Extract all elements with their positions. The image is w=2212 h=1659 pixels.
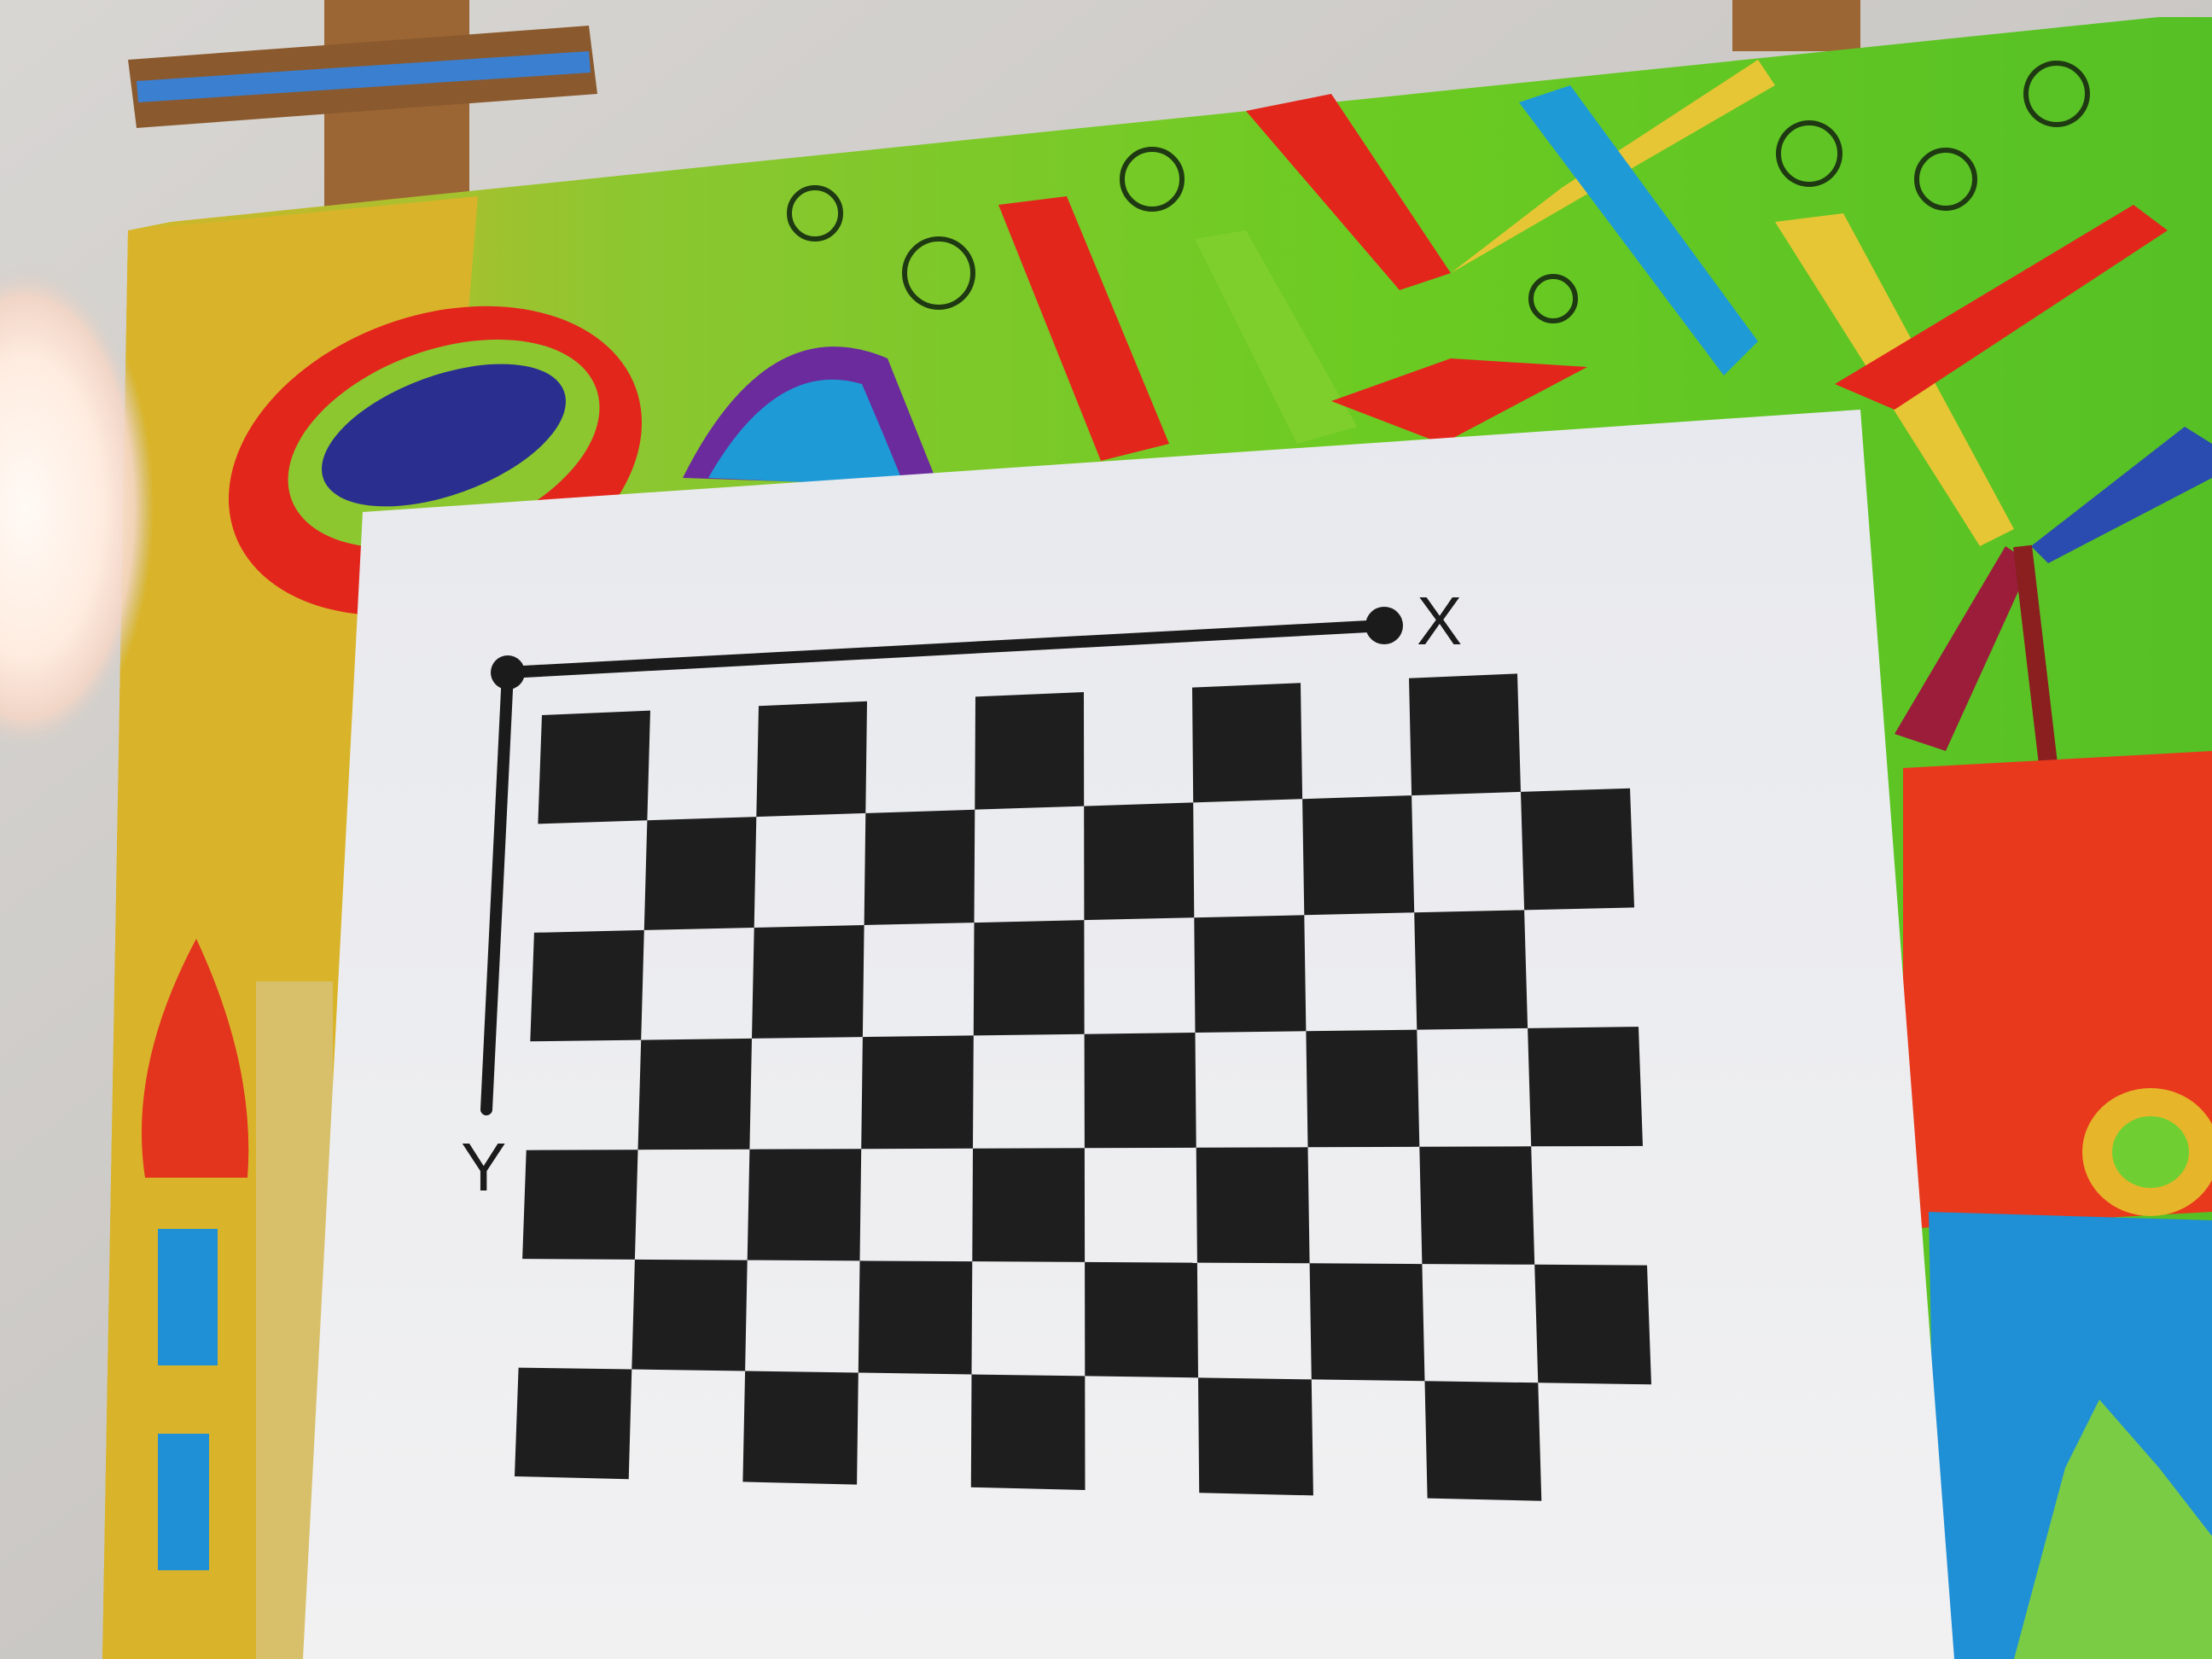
- checker-square: [975, 692, 1085, 810]
- checker-square: [1419, 1146, 1535, 1265]
- checker-square: [1306, 1029, 1420, 1148]
- calibration-board: X Y: [303, 410, 1954, 1659]
- checker-square: [1309, 1263, 1425, 1382]
- checker-square: [538, 710, 650, 824]
- checker-square: [742, 1371, 859, 1485]
- checker-square: [1534, 1264, 1651, 1385]
- checker-square: [756, 701, 867, 818]
- checker-square: [1409, 673, 1521, 796]
- checker-square: [1084, 802, 1195, 921]
- checker-square: [1192, 683, 1303, 803]
- checker-square: [752, 925, 864, 1039]
- checker-square: [1302, 795, 1415, 916]
- axis-x-end-dot: [1365, 607, 1403, 644]
- checker-square: [643, 817, 757, 930]
- checker-square: [637, 1038, 752, 1150]
- checker-square: [973, 920, 1085, 1036]
- checker-square: [522, 1150, 638, 1260]
- axis-y-label: Y: [461, 1129, 506, 1205]
- checker-square: [1528, 1027, 1643, 1147]
- checker-square: [1424, 1381, 1542, 1501]
- checker-square: [747, 1149, 862, 1261]
- checker-square: [515, 1367, 632, 1480]
- checker-square: [632, 1259, 748, 1371]
- checker-square: [861, 1035, 974, 1150]
- checker-square: [864, 809, 975, 925]
- axis-x-label: X: [1417, 583, 1462, 659]
- axis-origin-dot: [491, 655, 525, 690]
- checker-square: [1196, 1147, 1310, 1264]
- checker-square: [970, 1374, 1086, 1490]
- checker-square: [972, 1148, 1086, 1262]
- checker-square: [1521, 788, 1634, 911]
- checker-square: [1198, 1377, 1313, 1496]
- checker-square: [1414, 910, 1528, 1030]
- checker-square: [1194, 915, 1307, 1033]
- checker-square: [1085, 1261, 1198, 1378]
- checker-square: [858, 1260, 973, 1375]
- photo-scene: X Y: [0, 0, 2212, 1659]
- checker-square: [1084, 1033, 1196, 1149]
- checker-square: [530, 929, 644, 1042]
